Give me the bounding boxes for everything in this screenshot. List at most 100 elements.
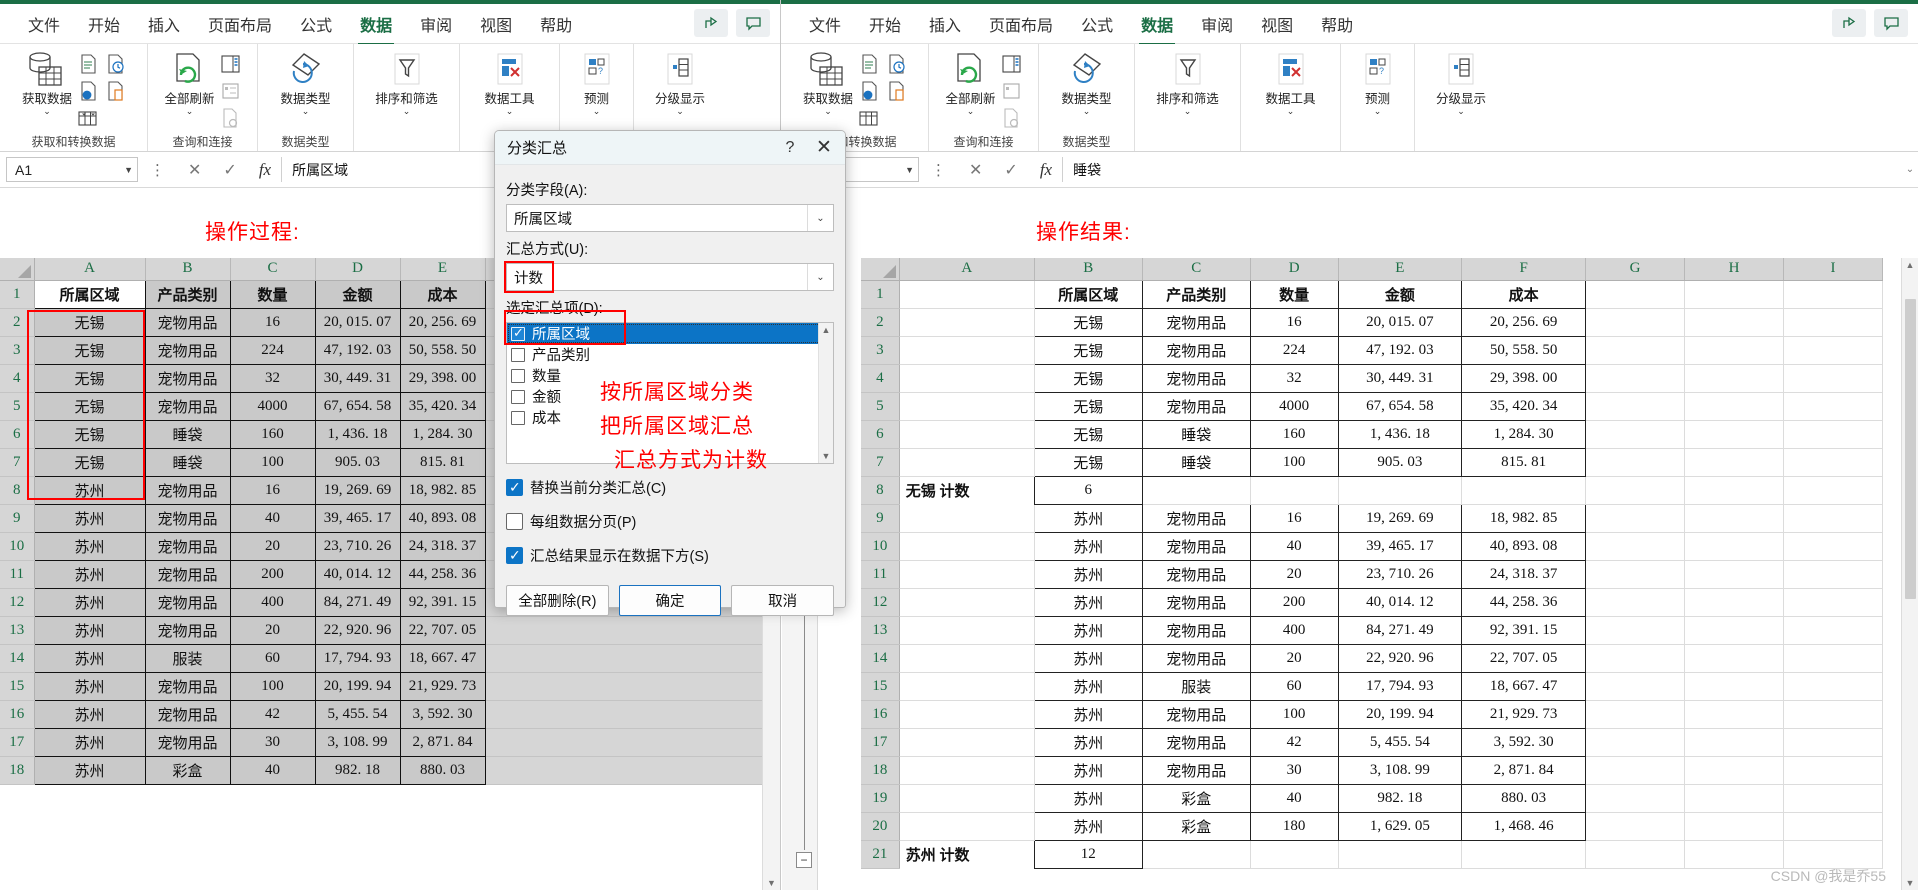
confirm-entry-icon[interactable]: ✓ — [1004, 160, 1017, 180]
cell-H17[interactable] — [1684, 728, 1784, 757]
cell-E1[interactable]: 成本 — [399, 279, 486, 309]
page-break-checkbox[interactable]: 每组数据分页(P) — [506, 511, 834, 532]
chevron-down-icon[interactable]: ⌄ — [1083, 107, 1091, 116]
cell-H2[interactable] — [1684, 308, 1784, 337]
cell-A13[interactable]: 苏州 — [33, 615, 146, 645]
cell-F1[interactable]: 成本 — [1461, 279, 1586, 309]
existing-connections-icon[interactable] — [102, 78, 128, 104]
comment-icon[interactable] — [1874, 9, 1908, 37]
cell-F5[interactable]: 35, 420. 34 — [1461, 391, 1586, 421]
cell-B5[interactable]: 无锡 — [1033, 391, 1143, 421]
cell-C11[interactable]: 200 — [229, 559, 316, 589]
cell-H15[interactable] — [1684, 672, 1784, 701]
cell-E3[interactable]: 47, 192. 03 — [1337, 335, 1463, 365]
cell-A6[interactable]: 无锡 — [33, 419, 146, 449]
cell-C15[interactable]: 服装 — [1141, 671, 1251, 701]
cell-B18[interactable]: 彩盒 — [144, 755, 231, 785]
from-text-icon[interactable] — [856, 51, 882, 77]
cell-I18[interactable] — [1783, 756, 1883, 785]
cell-E17[interactable]: 5, 455. 54 — [1337, 727, 1463, 757]
cell-H20[interactable] — [1684, 812, 1784, 841]
table-row[interactable]: 14 苏州 服装 60 17, 794. 93 18, 667. 47 — [0, 643, 762, 673]
cell-G6[interactable] — [1585, 420, 1685, 449]
row-header-12[interactable]: 12 — [0, 588, 35, 617]
cell-D5[interactable]: 4000 — [1249, 391, 1339, 421]
cell-E11[interactable]: 23, 710. 26 — [1337, 559, 1463, 589]
row-header-9[interactable]: 9 — [0, 504, 35, 533]
cell-H10[interactable] — [1684, 532, 1784, 561]
cell-B1[interactable]: 产品类别 — [144, 279, 231, 309]
cell-E9[interactable]: 40, 893. 08 — [399, 503, 486, 533]
data-tools-button[interactable]: 数据工具 ⌄ — [1254, 48, 1328, 116]
from-table-icon[interactable] — [75, 105, 101, 131]
scroll-down-icon[interactable]: ▼ — [1906, 878, 1915, 888]
cell-G4[interactable] — [1585, 364, 1685, 393]
chevron-down-icon[interactable]: ▼ — [905, 165, 914, 175]
cell-A18[interactable] — [899, 756, 1035, 785]
table-row[interactable]: 10 苏州 宠物用品 40 39, 465. 17 40, 893. 08 — [861, 531, 1883, 561]
column-header-B[interactable]: B — [1034, 258, 1143, 281]
edit-links-icon[interactable] — [218, 105, 244, 131]
cell-B12[interactable]: 宠物用品 — [144, 587, 231, 617]
remove-all-button[interactable]: 全部删除(R) — [506, 585, 609, 616]
cell-B17[interactable]: 苏州 — [1033, 727, 1143, 757]
cell-D11[interactable]: 20 — [1249, 559, 1339, 589]
table-row[interactable]: 8 无锡 计数 6 — [861, 475, 1883, 505]
row-header-16[interactable]: 16 — [0, 700, 35, 729]
cell-blank[interactable] — [485, 728, 762, 757]
cell-A7[interactable] — [899, 448, 1035, 477]
cell-C1[interactable]: 产品类别 — [1141, 279, 1251, 309]
column-header-C[interactable]: C — [1142, 258, 1251, 281]
cell-B9[interactable]: 苏州 — [1033, 503, 1143, 533]
cell-C6[interactable]: 睡袋 — [1141, 419, 1251, 449]
tab-page-layout[interactable]: 页面布局 — [194, 8, 286, 40]
column-header-C[interactable]: C — [230, 258, 316, 281]
sort-filter-button[interactable]: 排序和筛选 ⌄ — [370, 48, 444, 116]
cell-F8[interactable] — [1461, 476, 1586, 505]
cell-C3[interactable]: 224 — [229, 335, 316, 365]
existing-connections-icon[interactable] — [883, 78, 909, 104]
cell-D11[interactable]: 40, 014. 12 — [314, 559, 401, 589]
cell-I14[interactable] — [1783, 644, 1883, 673]
row-header-19[interactable]: 19 — [861, 784, 900, 813]
row-header-10[interactable]: 10 — [0, 532, 35, 561]
cell-D4[interactable]: 30, 449. 31 — [314, 363, 401, 393]
cell-D10[interactable]: 40 — [1249, 531, 1339, 561]
cell-C16[interactable]: 42 — [229, 699, 316, 729]
cell-E6[interactable]: 1, 436. 18 — [1337, 419, 1463, 449]
cell-F11[interactable]: 24, 318. 37 — [1461, 559, 1586, 589]
column-header-F[interactable]: F — [1461, 258, 1586, 281]
table-row[interactable]: 3 无锡 宠物用品 224 47, 192. 03 50, 558. 50 — [861, 335, 1883, 365]
cell-D5[interactable]: 67, 654. 58 — [314, 391, 401, 421]
cell-A6[interactable] — [899, 420, 1035, 449]
cell-A19[interactable] — [899, 784, 1035, 813]
cell-A3[interactable] — [899, 336, 1035, 365]
row-header-18[interactable]: 18 — [0, 756, 35, 785]
cell-D17[interactable]: 3, 108. 99 — [314, 727, 401, 757]
cell-D14[interactable]: 20 — [1249, 643, 1339, 673]
properties-icon[interactable] — [999, 78, 1025, 104]
cell-F4[interactable]: 29, 398. 00 — [1461, 363, 1586, 393]
cell-G18[interactable] — [1585, 756, 1685, 785]
cell-E3[interactable]: 50, 558. 50 — [399, 335, 486, 365]
from-table-icon[interactable] — [856, 105, 882, 131]
cell-H4[interactable] — [1684, 364, 1784, 393]
cell-I13[interactable] — [1783, 616, 1883, 645]
cell-B14[interactable]: 服装 — [144, 643, 231, 673]
cell-I9[interactable] — [1783, 504, 1883, 533]
cell-I21[interactable] — [1783, 840, 1883, 869]
left-name-box[interactable]: A1 ▼ — [6, 157, 138, 182]
cell-C11[interactable]: 宠物用品 — [1141, 559, 1251, 589]
column-header-B[interactable]: B — [145, 258, 231, 281]
data-tools-button[interactable]: 数据工具 ⌄ — [473, 48, 547, 116]
cell-D12[interactable]: 200 — [1249, 587, 1339, 617]
cell-C1[interactable]: 数量 — [229, 279, 316, 309]
cell-B16[interactable]: 苏州 — [1033, 699, 1143, 729]
cell-A16[interactable]: 苏州 — [33, 699, 146, 729]
cell-B11[interactable]: 宠物用品 — [144, 559, 231, 589]
cell-C13[interactable]: 20 — [229, 615, 316, 645]
table-row[interactable]: 6 无锡 睡袋 160 1, 436. 18 1, 284. 30 — [861, 419, 1883, 449]
cell-C9[interactable]: 40 — [229, 503, 316, 533]
cell-F10[interactable]: 40, 893. 08 — [1461, 531, 1586, 561]
tab-home[interactable]: 开始 — [74, 8, 134, 40]
